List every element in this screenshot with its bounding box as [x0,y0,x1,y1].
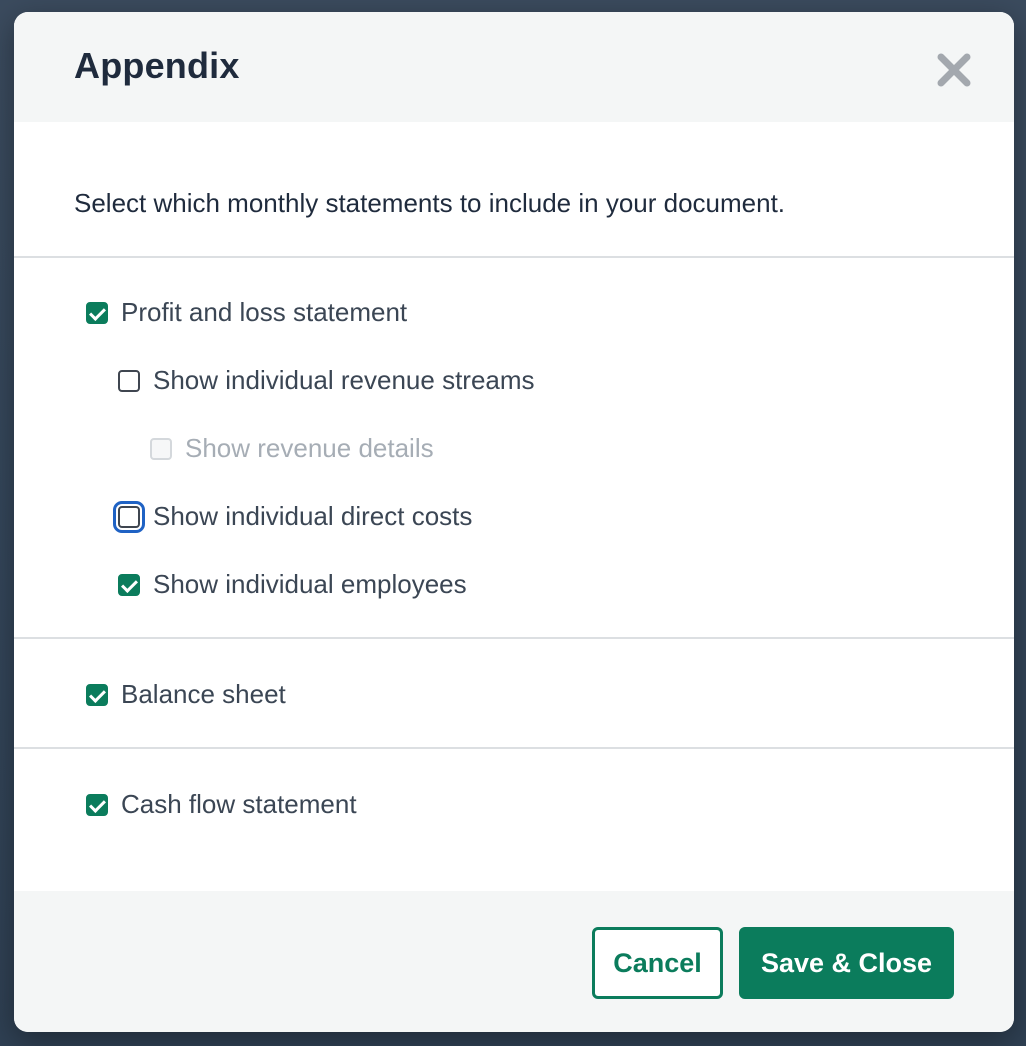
section-divider [14,637,1014,639]
option-label: Profit and loss statement [121,297,408,327]
option-revenue-details: Show revenue details [150,433,434,464]
appendix-dialog: Appendix Select which monthly statements… [14,12,1014,1032]
option-direct-costs[interactable]: Show individual direct costs [113,500,473,533]
option-cash-flow[interactable]: Cash flow statement [86,789,357,820]
checkbox-cash-flow[interactable] [86,793,108,816]
cancel-button[interactable]: Cancel [592,927,723,999]
close-button[interactable] [932,48,976,92]
close-icon [937,53,971,87]
option-balance-sheet[interactable]: Balance sheet [86,679,286,710]
option-label: Show individual revenue streams [153,365,535,395]
checkbox-revenue-streams[interactable] [118,369,140,392]
option-label: Show revenue details [185,433,434,463]
checkbox-direct-costs[interactable] [113,500,145,533]
save-and-close-button[interactable]: Save & Close [739,927,954,999]
dialog-intro-text: Select which monthly statements to inclu… [74,188,786,218]
option-label: Balance sheet [121,679,286,709]
option-revenue-streams[interactable]: Show individual revenue streams [118,365,535,396]
dialog-header: Appendix [14,12,1014,122]
option-employees[interactable]: Show individual employees [118,569,467,600]
option-label: Show individual direct costs [153,501,473,531]
dialog-title: Appendix [74,45,240,86]
section-divider [14,747,1014,749]
checkbox-balance-sheet[interactable] [86,683,108,706]
option-label: Show individual employees [153,569,467,599]
checkbox-profit-loss[interactable] [86,301,108,324]
checkbox-revenue-details [150,437,172,460]
option-label: Cash flow statement [121,789,357,819]
option-profit-loss[interactable]: Profit and loss statement [86,297,407,328]
checkbox-employees[interactable] [118,573,140,596]
section-divider [14,256,1014,258]
